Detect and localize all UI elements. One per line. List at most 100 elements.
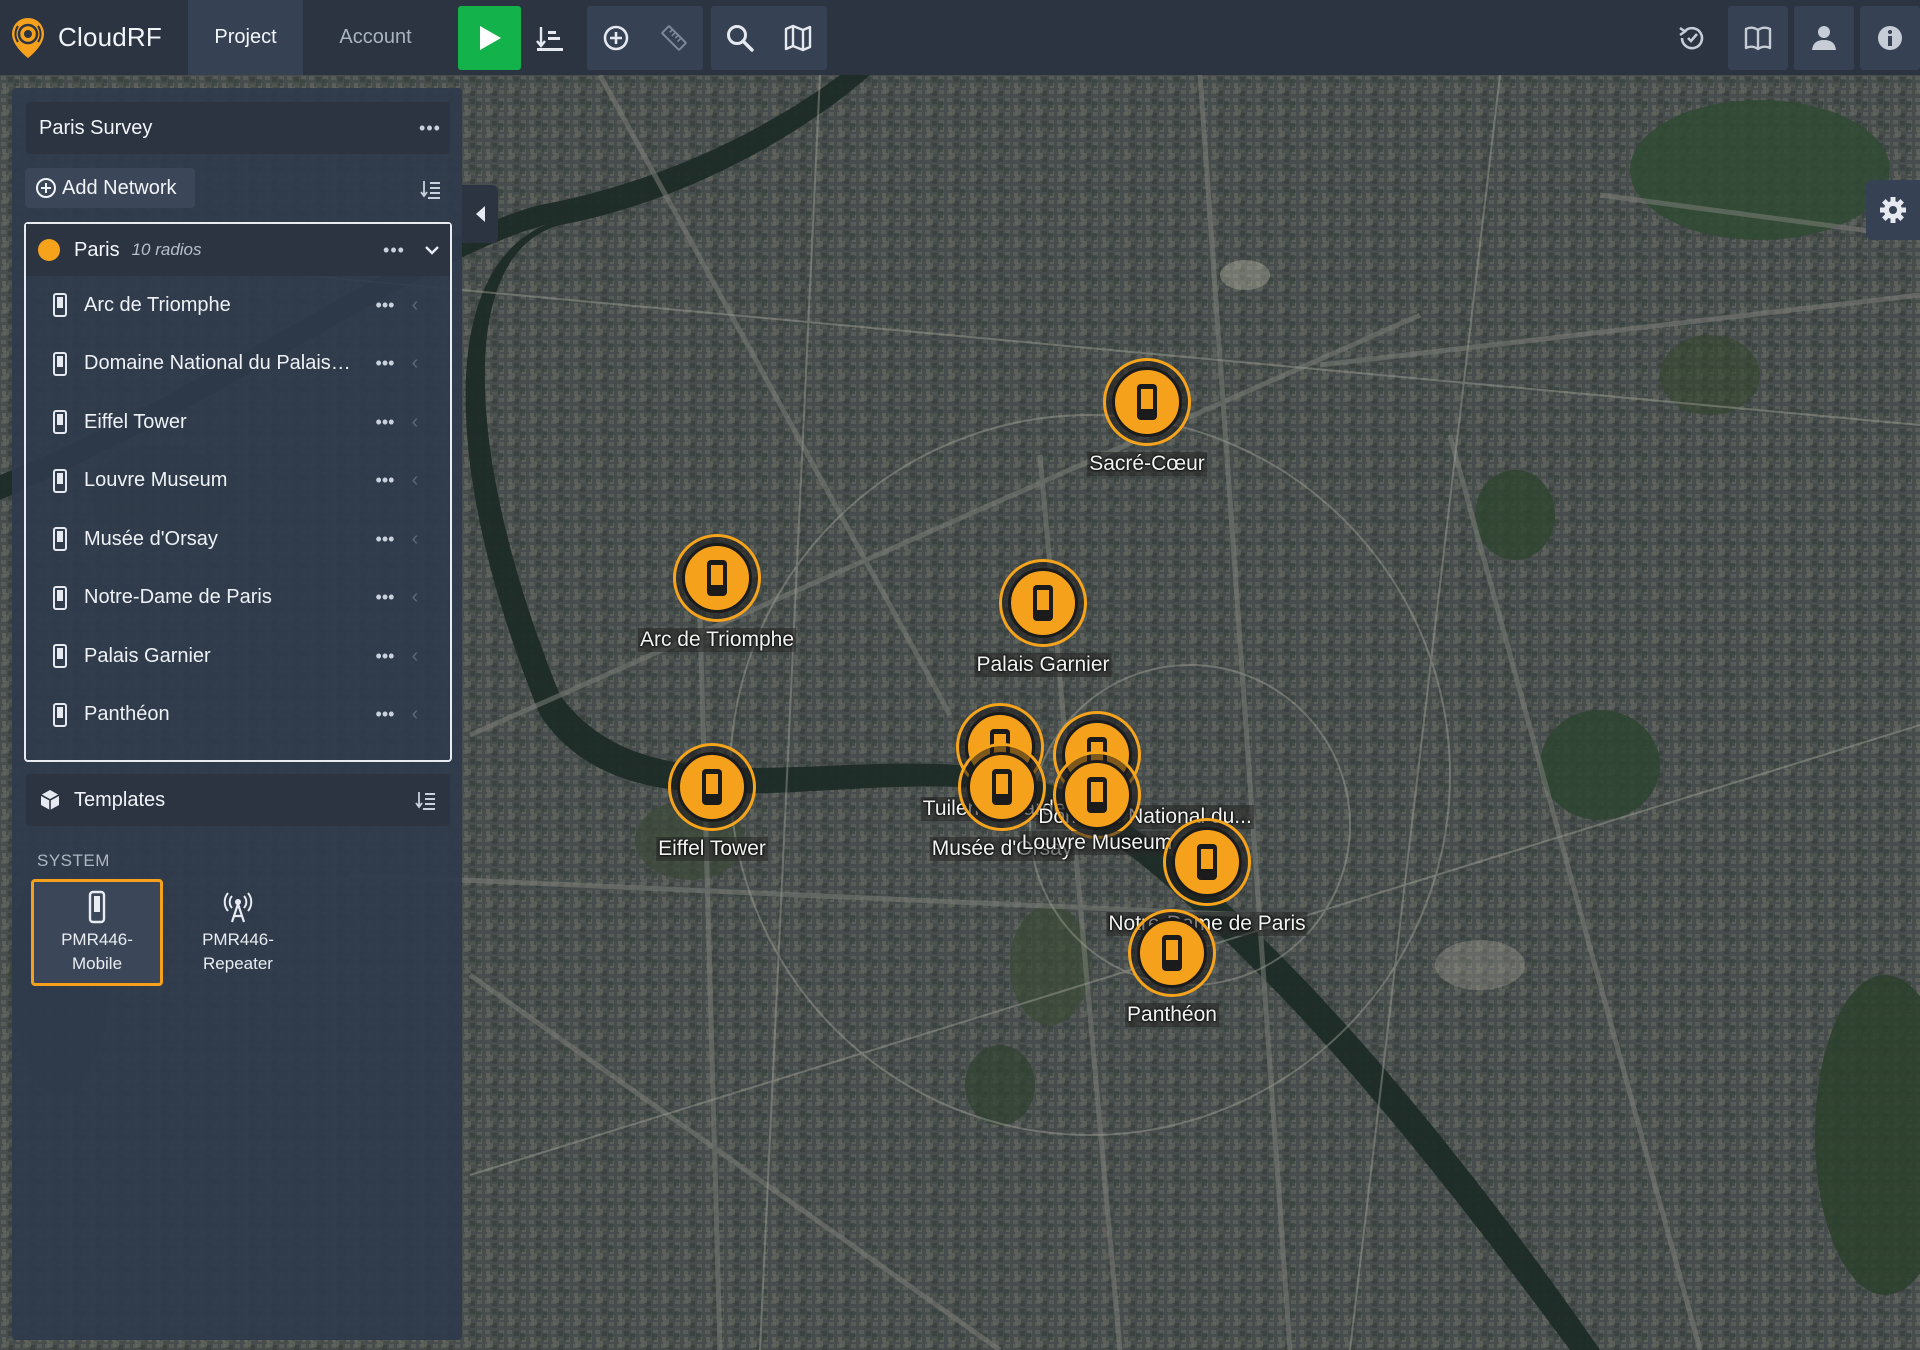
radio-name: Panthéon [84, 703, 170, 726]
map-settings-button[interactable] [1866, 180, 1920, 240]
radio-pin[interactable] [1053, 751, 1141, 839]
add-network-button[interactable]: Add Network [25, 168, 195, 208]
chevron-left-icon[interactable]: ‹ [404, 528, 426, 551]
radio-item[interactable]: Arc de Triomphe ••• ‹ [26, 276, 450, 335]
radio-item[interactable]: Domaine National du Palais… ••• ‹ [26, 335, 450, 394]
play-icon [479, 25, 501, 50]
chevron-down-icon[interactable] [414, 245, 450, 255]
template-pmr446-mobile[interactable]: PMR446- Mobile [31, 879, 163, 986]
calculate-button[interactable] [521, 6, 579, 70]
tab-project[interactable]: Project [188, 0, 303, 75]
marker-label: Eiffel Tower [656, 837, 768, 861]
phone-icon [707, 560, 727, 596]
chevron-left-icon[interactable]: ‹ [404, 411, 426, 434]
chevron-left-icon[interactable]: ‹ [404, 352, 426, 375]
radio-pin[interactable] [1128, 909, 1216, 997]
radio-menu-icon[interactable]: ••• [366, 587, 404, 608]
brand[interactable]: CloudRF [0, 0, 188, 75]
user-button[interactable] [1794, 5, 1854, 70]
radio-pin[interactable] [1103, 358, 1191, 446]
network-name: Paris [74, 238, 120, 261]
tab-account[interactable]: Account [303, 0, 448, 75]
radio-menu-icon[interactable]: ••• [366, 295, 404, 316]
network-menu-icon[interactable]: ••• [374, 241, 414, 259]
user-icon [1812, 25, 1836, 50]
project-panel: Paris Survey ••• Add Network Paris 10 ra… [12, 88, 462, 1340]
map-layers-button[interactable] [769, 6, 827, 70]
cube-icon [40, 790, 60, 810]
project-header[interactable]: Paris Survey ••• [26, 102, 450, 154]
radio-name: Eiffel Tower [84, 410, 187, 433]
radio-name: Arc de Triomphe [84, 293, 231, 316]
radio-pin[interactable] [673, 534, 761, 622]
radio-menu-icon[interactable]: ••• [366, 704, 404, 725]
radio-menu-icon[interactable]: ••• [366, 353, 404, 374]
info-button[interactable] [1860, 5, 1920, 70]
radio-item[interactable]: Eiffel Tower ••• ‹ [26, 393, 450, 452]
radio-pin[interactable] [999, 559, 1087, 647]
add-network-label: Add Network [62, 176, 177, 199]
phone-icon [53, 410, 67, 435]
radio-pin[interactable] [958, 743, 1046, 831]
project-menu-icon[interactable]: ••• [410, 119, 450, 137]
radio-pin[interactable] [1163, 818, 1251, 906]
phone-icon [53, 527, 67, 552]
antenna-icon [223, 891, 253, 922]
network-header[interactable]: Paris 10 radios ••• [26, 224, 450, 276]
radio-item[interactable]: Notre-Dame de Paris ••• ‹ [26, 569, 450, 628]
radio-name: Musée d'Orsay [84, 527, 218, 550]
radio-menu-icon[interactable]: ••• [366, 646, 404, 667]
search-button[interactable] [711, 6, 769, 70]
chevron-left-icon[interactable]: ‹ [404, 469, 426, 492]
phone-icon [1197, 844, 1217, 880]
docs-button[interactable] [1728, 5, 1788, 70]
phone-icon [1162, 935, 1182, 971]
sort-down-icon [536, 26, 563, 51]
chevron-left-icon[interactable]: ‹ [404, 645, 426, 668]
search-icon [727, 24, 754, 52]
run-button[interactable] [458, 5, 521, 70]
history-button[interactable] [1662, 6, 1722, 70]
template-pmr446-repeater[interactable]: PMR446- Repeater [172, 879, 304, 986]
book-icon [1744, 26, 1772, 50]
plus-circle-icon [603, 25, 629, 50]
phone-icon [1137, 384, 1157, 420]
phone-icon [53, 351, 67, 376]
sort-templates-icon[interactable] [415, 789, 437, 811]
radio-name: Domaine National du Palais… [84, 352, 351, 375]
chevron-left-icon[interactable]: ‹ [404, 586, 426, 609]
collapse-panel-button[interactable] [462, 185, 498, 243]
marker-label: Louvre Museum [1019, 831, 1175, 855]
templates-header[interactable]: Templates [26, 774, 450, 826]
radio-item[interactable]: Palais Garnier ••• ‹ [26, 627, 450, 686]
phone-icon [1033, 585, 1053, 621]
cloudrf-logo-icon [12, 17, 44, 58]
app-name: CloudRF [58, 22, 162, 52]
info-icon [1878, 25, 1902, 50]
marker-label: Palais Garnier [974, 653, 1112, 677]
template-label-line2: Repeater [203, 953, 273, 973]
phone-icon [53, 585, 67, 610]
radio-list: Arc de Triomphe ••• ‹ Domaine National d… [26, 276, 450, 744]
add-site-button[interactable] [587, 6, 645, 70]
network-color-dot[interactable] [38, 239, 60, 261]
phone-icon [1087, 777, 1107, 813]
network-count: 10 radios [131, 240, 202, 259]
marker-label: Arc de Triomphe [637, 628, 797, 652]
radio-menu-icon[interactable]: ••• [366, 470, 404, 491]
radio-item[interactable]: Panthéon ••• ‹ [26, 686, 450, 745]
plus-circle-icon [36, 178, 56, 198]
chevron-left-icon[interactable]: ‹ [404, 294, 426, 317]
phone-icon [53, 293, 67, 318]
caret-left-icon [476, 206, 485, 222]
top-bar: CloudRF Project Account [0, 0, 1920, 75]
measure-button[interactable] [645, 6, 703, 70]
radio-menu-icon[interactable]: ••• [366, 412, 404, 433]
radio-menu-icon[interactable]: ••• [366, 529, 404, 550]
radio-name: Palais Garnier [84, 644, 211, 667]
radio-item[interactable]: Louvre Museum ••• ‹ [26, 452, 450, 511]
chevron-left-icon[interactable]: ‹ [404, 703, 426, 726]
radio-pin[interactable] [668, 743, 756, 831]
radio-item[interactable]: Musée d'Orsay ••• ‹ [26, 510, 450, 569]
sort-networks-icon[interactable] [420, 178, 442, 200]
